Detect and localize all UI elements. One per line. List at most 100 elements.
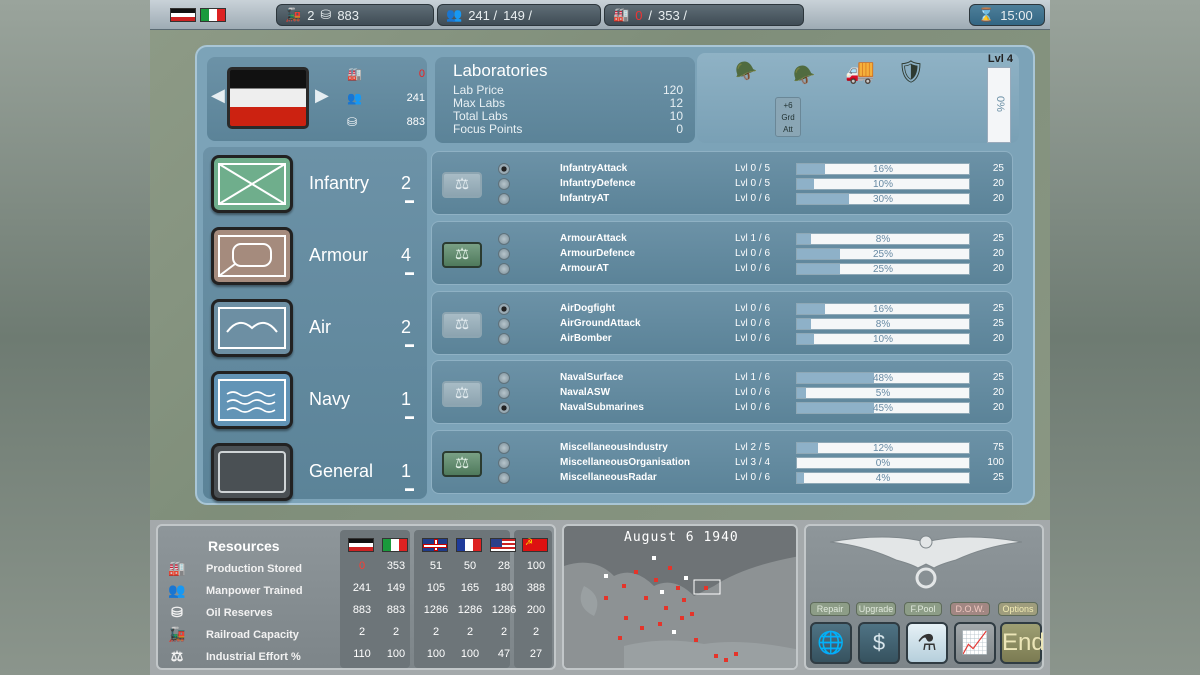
tech-row[interactable]: MiscellaneousRadar Lvl 0 / 6 4% 25: [498, 471, 1008, 486]
category-general[interactable]: General 1 ▬: [203, 439, 427, 511]
manpower-box: 👥 241 / 149 /: [437, 4, 601, 26]
focus-radio[interactable]: [498, 193, 510, 205]
tech-row[interactable]: AirGroundAttack Lvl 0 / 6 8% 25: [498, 317, 1008, 332]
focus-radio[interactable]: [498, 457, 510, 469]
laboratories-box: Laboratories Lab Price 120 Max Labs 12 Tot…: [435, 57, 695, 143]
tech-level: Lvl 2 / 5: [735, 442, 771, 453]
tech-cost: 25: [992, 472, 1004, 483]
balance-scale-icon[interactable]: ⚖: [442, 381, 482, 407]
tech-name: NavalSubmarines: [560, 402, 644, 413]
minimap-unit-marker: [618, 636, 622, 640]
resource-value: 100: [460, 648, 480, 660]
transport-value: 2: [307, 7, 315, 23]
minimap-unit-marker: [714, 654, 718, 658]
game-window: 🚂 2 ⛁ 883 👥 241 / 149 / 🏭 0 / 353 / ⌛ 15…: [150, 0, 1050, 675]
focus-radio[interactable]: [498, 318, 510, 330]
tech-cost: 20: [992, 402, 1004, 413]
resource-value: 110: [353, 648, 371, 660]
options-button[interactable]: Options: [998, 602, 1038, 616]
tech-row[interactable]: NavalASW Lvl 0 / 6 5% 20: [498, 386, 1008, 401]
tech-row[interactable]: ArmourAttack Lvl 1 / 6 8% 25: [498, 232, 1008, 247]
focus-radio[interactable]: [498, 402, 510, 414]
tech-name: NavalASW: [560, 387, 611, 398]
minimap-unit-marker: [644, 596, 648, 600]
end-turn-button[interactable]: End: [1000, 622, 1045, 664]
force-pool-button[interactable]: F.Pool: [904, 602, 942, 616]
upgrade-button[interactable]: Upgrade: [856, 602, 896, 616]
tech-group: ⚖ MiscellaneousIndustry Lvl 2 / 5 12% 75 Misc…: [431, 430, 1013, 494]
tech-level: Lvl 0 / 6: [735, 318, 771, 329]
us-flag-icon[interactable]: [490, 538, 516, 552]
tech-row[interactable]: InfantryDefence Lvl 0 / 5 10% 20: [498, 177, 1008, 192]
total-labs-row: Total Labs 10: [453, 109, 683, 123]
tech-name: ArmourAT: [560, 263, 609, 274]
minimap[interactable]: August 6 1940: [562, 524, 798, 670]
minimap-unit-marker: [680, 616, 684, 620]
minimap-unit-marker: [684, 576, 688, 580]
focus-radio[interactable]: [498, 472, 510, 484]
focus-radio[interactable]: [498, 442, 510, 454]
balance-scale-icon[interactable]: ⚖: [442, 172, 482, 198]
tech-row[interactable]: ArmourAT Lvl 0 / 6 25% 20: [498, 262, 1008, 277]
declare-war-button[interactable]: D.O.W.: [950, 602, 990, 616]
resource-label: Manpower Trained: [206, 584, 303, 597]
focus-radio[interactable]: [498, 387, 510, 399]
it-flag-icon[interactable]: [382, 538, 408, 552]
lab-row-value: 12: [669, 96, 683, 110]
repair-button[interactable]: Repair: [810, 602, 850, 616]
resource-value: 100: [526, 560, 546, 572]
laboratories-title: Laboratories: [453, 61, 548, 80]
prev-nation-arrow-icon[interactable]: ◀: [211, 85, 225, 106]
category-air[interactable]: Air 2 ▬: [203, 295, 427, 367]
chevron-down-icon: ▬: [405, 339, 414, 349]
de-flag-icon[interactable]: [348, 538, 374, 552]
focus-radio[interactable]: [498, 303, 510, 315]
next-nation-arrow-icon[interactable]: ▶: [315, 85, 329, 106]
focus-radio[interactable]: [498, 163, 510, 175]
tech-level: Lvl 0 / 6: [735, 193, 771, 204]
finance-button[interactable]: $: [858, 622, 900, 664]
balance-scale-icon[interactable]: ⚖: [442, 242, 482, 268]
su-flag-icon[interactable]: [522, 537, 548, 552]
resource-value: 50: [463, 560, 477, 572]
clock-box[interactable]: ⌛ 15:00: [969, 4, 1045, 26]
scales-icon: ⚖: [170, 648, 184, 664]
tech-row[interactable]: NavalSurface Lvl 1 / 6 48% 25: [498, 371, 1008, 386]
minimap-date: August 6 1940: [624, 530, 739, 545]
globe-button[interactable]: 🌐: [810, 622, 852, 664]
statistics-button[interactable]: 📈: [954, 622, 996, 664]
focus-radio[interactable]: [498, 372, 510, 384]
category-name: Navy: [309, 389, 351, 409]
focus-radio[interactable]: [498, 178, 510, 190]
uk-flag-icon[interactable]: [422, 538, 448, 552]
focus-radio[interactable]: [498, 248, 510, 260]
focus-radio[interactable]: [498, 333, 510, 345]
germany-flag-icon[interactable]: [170, 8, 196, 22]
tech-row[interactable]: InfantryAT Lvl 0 / 6 30% 20: [498, 192, 1008, 207]
tech-row[interactable]: AirBomber Lvl 0 / 6 10% 20: [498, 332, 1008, 347]
tech-row[interactable]: NavalSubmarines Lvl 0 / 6 45% 20: [498, 401, 1008, 416]
tech-row[interactable]: ArmourDefence Lvl 0 / 6 25% 20: [498, 247, 1008, 262]
tech-row[interactable]: MiscellaneousOrganisation Lvl 3 / 4 0% 100: [498, 456, 1008, 471]
italy-flag-icon[interactable]: [200, 8, 227, 22]
tech-row[interactable]: InfantryAttack Lvl 0 / 5 16% 25: [498, 162, 1008, 177]
category-navy[interactable]: Navy 1 ▬: [203, 367, 427, 439]
tech-progress-pct: 0%: [875, 458, 891, 469]
focus-radio[interactable]: [498, 263, 510, 275]
balance-scale-icon[interactable]: ⚖: [442, 312, 482, 338]
category-armour[interactable]: Armour 4 ▬: [203, 223, 427, 295]
tech-row[interactable]: MiscellaneousIndustry Lvl 2 / 5 12% 75: [498, 441, 1008, 456]
tank-unit-icon: 🛡: [897, 59, 925, 84]
category-infantry[interactable]: Infantry 2 ▬: [203, 151, 427, 223]
tech-row[interactable]: AirDogfight Lvl 0 / 6 16% 25: [498, 302, 1008, 317]
navy-symbol-icon: [211, 371, 293, 429]
balance-scale-icon[interactable]: ⚖: [442, 451, 482, 477]
lab-row-label: Lab Price: [453, 83, 504, 97]
resource-value: 1286: [491, 604, 517, 616]
tech-progress-pct: 16%: [872, 164, 893, 175]
research-button[interactable]: ⚗: [906, 622, 948, 664]
focus-radio[interactable]: [498, 233, 510, 245]
minimap-unit-marker: [704, 586, 708, 590]
max-labs-row: Max Labs 12: [453, 96, 683, 110]
fr-flag-icon[interactable]: [456, 538, 482, 552]
